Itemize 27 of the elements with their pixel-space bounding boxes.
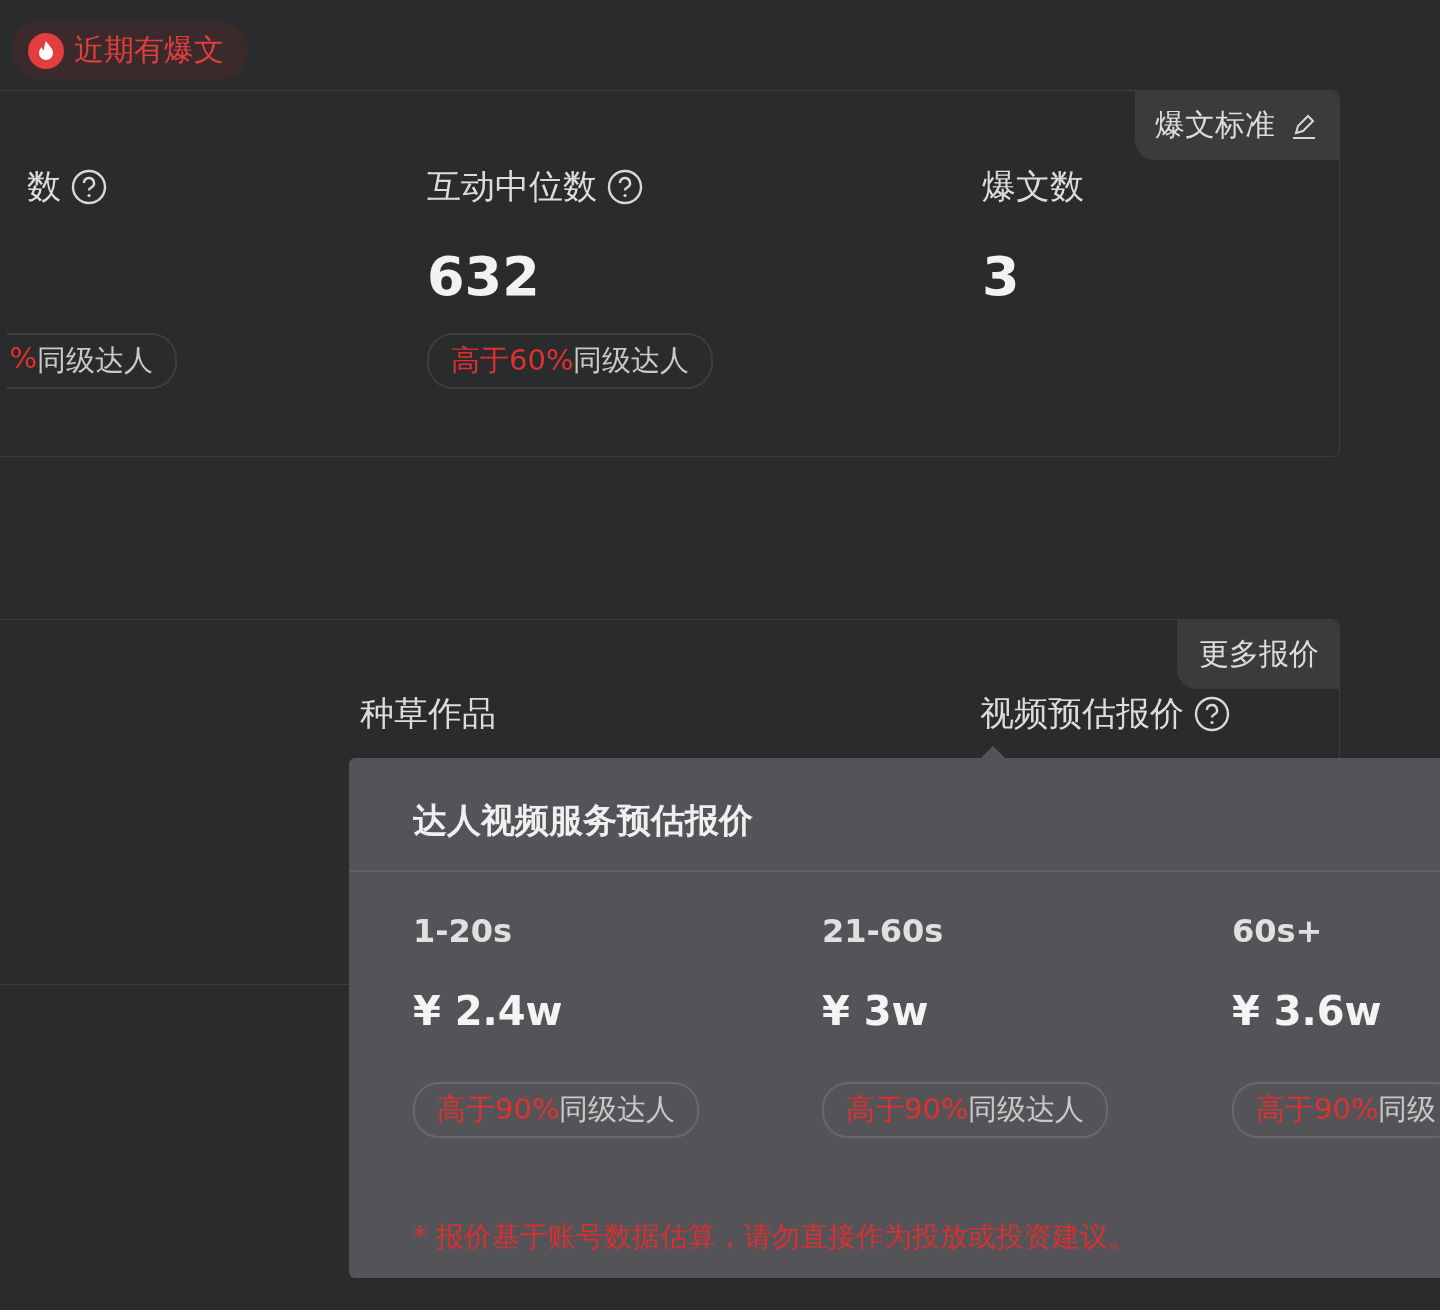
duration-label: 1-20s: [413, 912, 513, 950]
section-label: 视频预估报价: [980, 692, 1184, 735]
metric-value: 3: [982, 245, 1020, 309]
hot-standard-tab[interactable]: 爆文标准: [1135, 91, 1339, 160]
metric-label: 爆文数: [982, 165, 1084, 208]
comparison-pill: 高于60%同级达人: [427, 333, 714, 389]
price-value: ¥ 3.6w: [1232, 988, 1382, 1034]
hot-post-badge: 近期有爆文: [12, 22, 248, 79]
comparison-pill: 高于90%同级: [1232, 1082, 1440, 1138]
price-value: ¥ 3w: [822, 988, 929, 1034]
price-value: ¥ 2.4w: [413, 988, 563, 1034]
more-prices-tab[interactable]: 更多报价: [1177, 620, 1339, 689]
duration-label: 60s+: [1232, 912, 1323, 950]
help-icon[interactable]: [1194, 696, 1230, 732]
comparison-pill: 高于90%同级达人: [822, 1082, 1109, 1138]
section-label: 种草作品: [360, 692, 496, 735]
metric-label: 互动中位数: [427, 165, 597, 208]
help-icon[interactable]: [607, 169, 643, 205]
comparison-pill: 高于90%同级达人: [413, 1082, 700, 1138]
metric-label: 数: [27, 165, 61, 208]
comparison-pill: %同级达人: [7, 333, 177, 389]
help-icon[interactable]: [71, 169, 107, 205]
metric-value: 632: [427, 245, 540, 309]
disclaimer-note: * 报价基于账号数据估算，请勿直接作为投放或投资建议。: [413, 1220, 1136, 1253]
flame-icon: [28, 32, 64, 69]
duration-label: 21-60s: [822, 912, 944, 950]
popover-title: 达人视频服务预估报价: [413, 800, 753, 840]
